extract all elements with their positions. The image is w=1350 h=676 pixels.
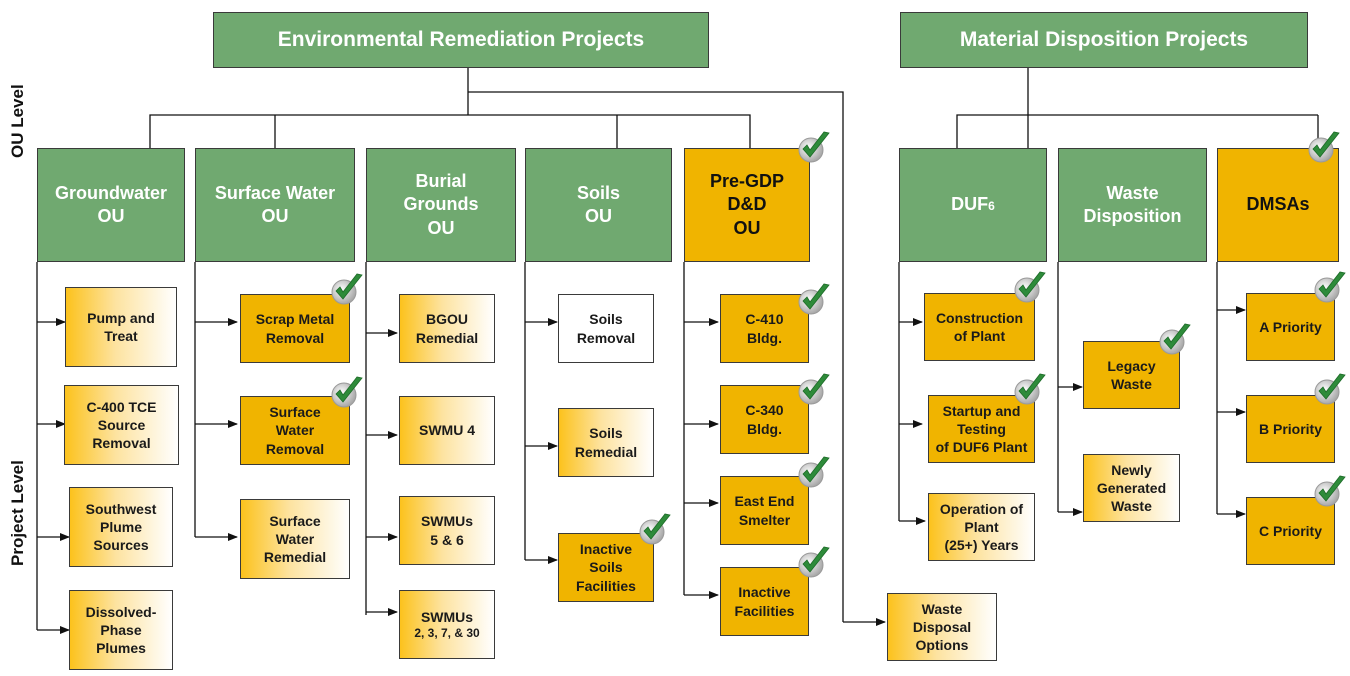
project-label: Soils Remedial [574, 425, 638, 460]
ou-waste-disposition-label: Waste Disposition [1083, 182, 1182, 226]
project-c400-tce-source-removal[interactable]: C-400 TCE Source Removal [64, 385, 179, 465]
project-label: Scrap Metal Removal [255, 311, 335, 346]
checkmark-icon [1314, 373, 1346, 405]
project-label: Startup and Testing of DUF6 Plant [935, 402, 1028, 456]
ou-soils[interactable]: Soils OU [525, 148, 672, 262]
ou-surface-water-label: Surface Water OU [214, 182, 336, 226]
ou-groundwater-label: Groundwater OU [54, 182, 167, 226]
project-label: Surface Water Removal [265, 404, 325, 457]
ou-soils-label: Soils OU [576, 182, 620, 226]
project-label: East End Smelter [734, 493, 795, 528]
project-label: B Priority [1258, 420, 1322, 437]
project-sublabel: 2, 3, 7, & 30 [414, 625, 480, 640]
project-label: BGOU Remedial [415, 311, 479, 346]
project-label: Southwest Plume Sources [85, 500, 157, 554]
project-c410-bldg[interactable]: C-410 Bldg. [720, 294, 809, 363]
project-label: Inactive Facilities [734, 584, 795, 619]
project-label: Legacy Waste [1107, 357, 1156, 392]
project-dissolved-phase-plumes[interactable]: Dissolved- Phase Plumes [69, 590, 173, 670]
checkmark-icon [798, 131, 830, 163]
project-label: Dissolved- Phase Plumes [85, 603, 157, 657]
project-soils-removal[interactable]: Soils Removal [558, 294, 654, 363]
project-label: Waste Disposal Options [912, 600, 972, 654]
project-pump-and-treat[interactable]: Pump and Treat [65, 287, 177, 367]
checkmark-icon [1314, 271, 1346, 303]
checkmark-icon [331, 376, 363, 408]
project-waste-disposal-options[interactable]: Waste Disposal Options [887, 593, 997, 661]
ou-duf6-subscript: 6 [988, 199, 995, 214]
project-label: SWMU 4 [419, 422, 475, 439]
ou-pre-gdp-label: Pre-GDP D&D OU [709, 170, 785, 238]
project-level-label: Project Level [8, 460, 27, 566]
checkmark-icon [1014, 373, 1046, 405]
env-projects-title: Environmental Remediation Projects [277, 28, 645, 52]
ou-burial-grounds-label: Burial Grounds OU [403, 170, 479, 238]
ou-dmsas-label: DMSAs [1246, 194, 1310, 215]
project-newly-generated-waste[interactable]: Newly Generated Waste [1083, 454, 1180, 522]
ou-duf6-label: DUF [951, 194, 989, 215]
connector-lines [36, 68, 1319, 634]
ou-dmsas[interactable]: DMSAs [1217, 148, 1339, 262]
project-label: Pump and Treat [87, 309, 155, 344]
project-label: C-410 Bldg. [745, 311, 784, 346]
project-inactive-facilities[interactable]: Inactive Facilities [720, 567, 809, 636]
project-label: A Priority [1259, 318, 1322, 335]
checkmark-icon [798, 373, 830, 405]
mat-projects-title: Material Disposition Projects [959, 28, 1249, 52]
project-label: SWMUs [420, 608, 474, 625]
project-southwest-plume-sources[interactable]: Southwest Plume Sources [69, 487, 173, 567]
project-label: Surface Water Remedial [263, 512, 327, 566]
project-swmus-2-3-7-30[interactable]: SWMUs 2, 3, 7, & 30 [399, 590, 495, 659]
ou-burial-grounds[interactable]: Burial Grounds OU [366, 148, 516, 262]
project-c340-bldg[interactable]: C-340 Bldg. [720, 385, 809, 454]
ou-level-label: OU Level [8, 84, 27, 158]
environmental-remediation-projects-box[interactable]: Environmental Remediation Projects [213, 12, 709, 68]
project-label: C-400 TCE Source Removal [86, 398, 157, 452]
checkmark-icon [1314, 475, 1346, 507]
checkmark-icon [798, 283, 830, 315]
project-swmus-5-6[interactable]: SWMUs 5 & 6 [399, 496, 495, 565]
checkmark-icon [639, 513, 671, 545]
ou-duf6[interactable]: DUF6 [899, 148, 1047, 262]
ou-waste-disposition[interactable]: Waste Disposition [1058, 148, 1207, 262]
project-swmu-4[interactable]: SWMU 4 [399, 396, 495, 465]
ou-groundwater[interactable]: Groundwater OU [37, 148, 185, 262]
project-label: Construction of Plant [935, 309, 1024, 344]
project-operation-of-plant[interactable]: Operation of Plant (25+) Years [928, 493, 1035, 561]
project-bgou-remedial[interactable]: BGOU Remedial [399, 294, 495, 363]
project-label: Inactive Soils Facilities [576, 541, 636, 594]
project-label: C-340 Bldg. [745, 402, 784, 437]
project-label: Soils Removal [576, 311, 636, 346]
checkmark-icon [798, 456, 830, 488]
project-label: Operation of Plant (25+) Years [939, 500, 1024, 554]
checkmark-icon [1308, 131, 1340, 163]
project-label: Newly Generated Waste [1096, 461, 1167, 515]
checkmark-icon [1159, 323, 1191, 355]
ou-surface-water[interactable]: Surface Water OU [195, 148, 355, 262]
checkmark-icon [798, 546, 830, 578]
material-disposition-projects-box[interactable]: Material Disposition Projects [900, 12, 1308, 68]
checkmark-icon [331, 273, 363, 305]
project-label: C Priority [1258, 522, 1322, 539]
project-east-end-smelter[interactable]: East End Smelter [720, 476, 809, 545]
project-soils-remedial[interactable]: Soils Remedial [558, 408, 654, 477]
checkmark-icon [1014, 271, 1046, 303]
project-label: SWMUs 5 & 6 [420, 513, 474, 548]
ou-pre-gdp-dd[interactable]: Pre-GDP D&D OU [684, 148, 810, 262]
project-surface-water-remedial[interactable]: Surface Water Remedial [240, 499, 350, 579]
